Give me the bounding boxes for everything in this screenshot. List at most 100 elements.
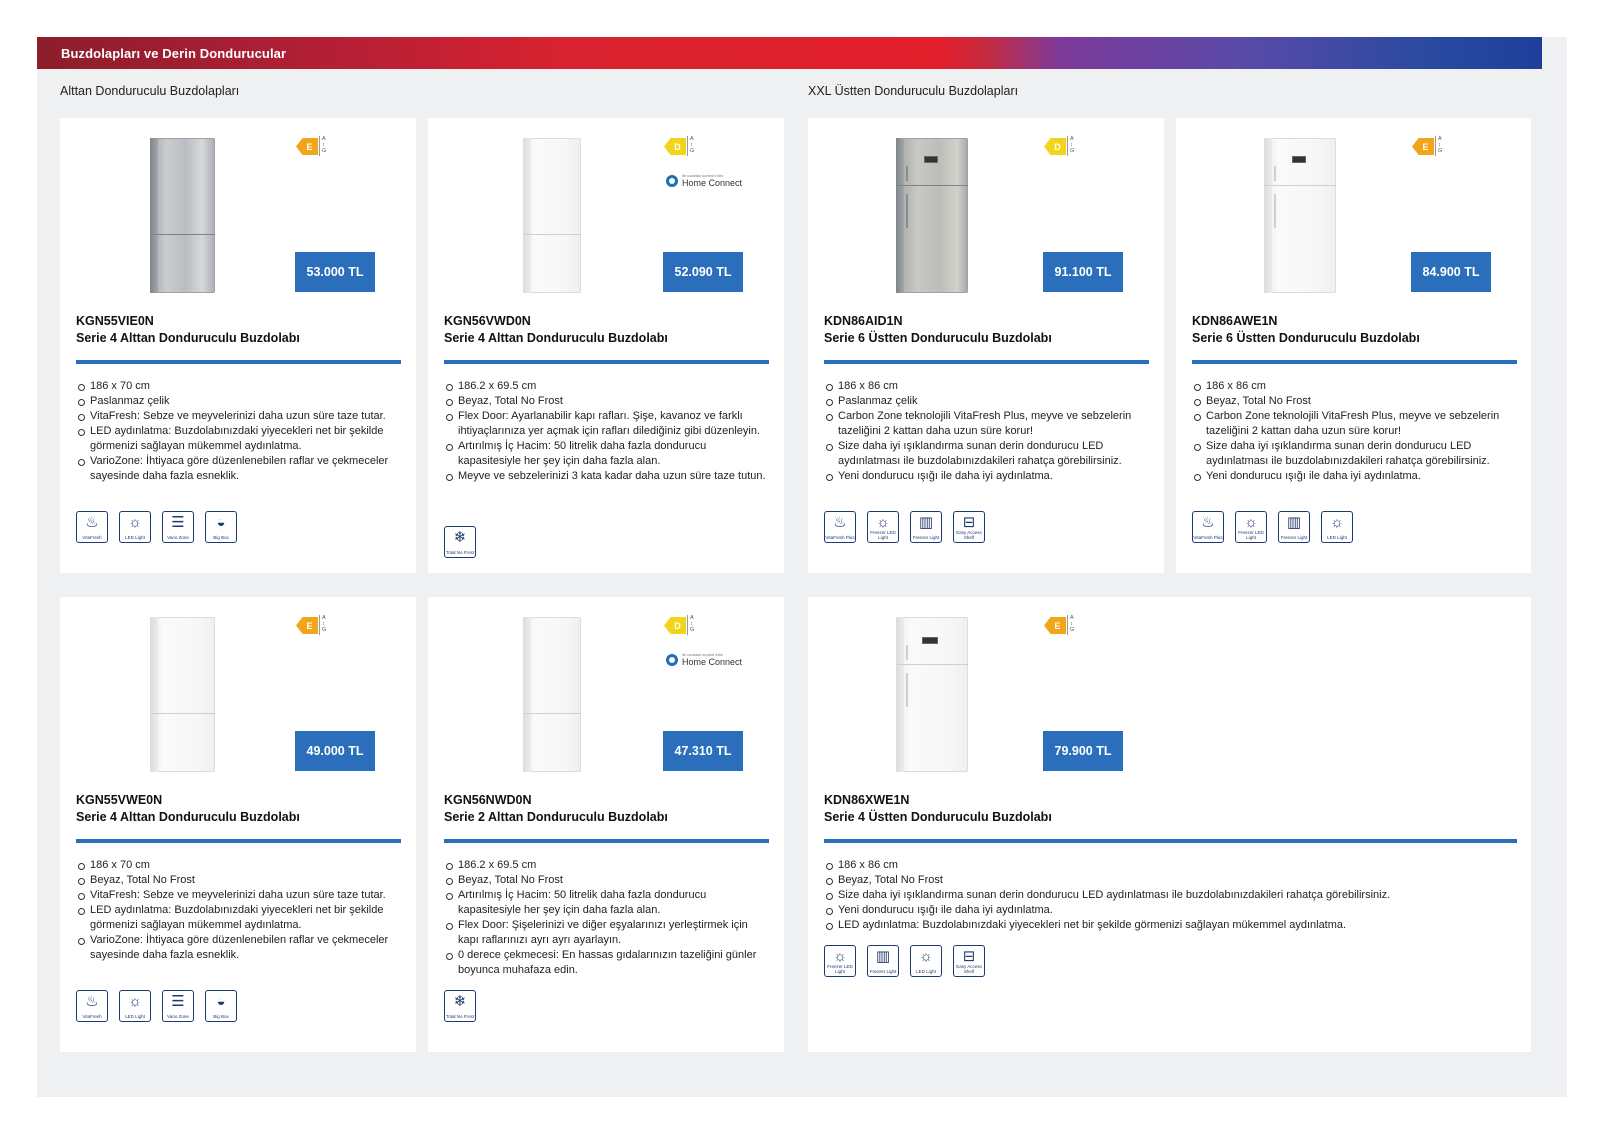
feature-icons: ♨ VitaFresh Plus ☼ Freezer LED Light ▥ Freeze… [1192, 511, 1353, 543]
feature-item: Beyaz, Total No Frost [444, 873, 770, 888]
fridge-image [896, 617, 968, 772]
feature-icon-caption: Freezer Light [1280, 535, 1308, 540]
feature-item: 186 x 86 cm [824, 379, 1150, 394]
model-number: KGN56NWD0N [444, 793, 532, 807]
feature-icon-glyph: ▥ [875, 948, 891, 965]
model-number: KDN86AWE1N [1192, 314, 1278, 328]
energy-scale: A ↕ G [1435, 136, 1446, 156]
feature-item: Flex Door: Ayarlanabilir kapı rafları. Ş… [444, 409, 770, 439]
feature-icon-caption: Freezer LED Light [1238, 530, 1264, 540]
vitafresh-icon: ♨ VitaFresh [76, 511, 108, 543]
feature-icon-glyph: ▥ [1286, 514, 1302, 531]
energy-scale-mark: G [690, 148, 695, 154]
energy-scale: A ↕ G [319, 136, 330, 156]
fridge-door-split [896, 663, 968, 665]
fridge-side [1264, 138, 1272, 293]
home-connect-text: ile uzaktan kontrol edin Home Connect [682, 173, 742, 188]
easy-access-shelf-icon: ⊟ Easy Access Shelf [953, 511, 985, 543]
fridge-door-split [150, 713, 215, 715]
energy-scale-mark: G [1070, 627, 1075, 633]
feature-icon-caption: VitaFresh [82, 1014, 102, 1019]
feature-item: Paslanmaz çelik [824, 394, 1150, 409]
freezer-light-icon: ▥ Freezer Light [867, 945, 899, 977]
feature-item: 186 x 70 cm [76, 858, 402, 873]
fridge-side [150, 617, 158, 772]
product-card[interactable]: D A ↕ G 91.100 TL KDN86AID1N Serie 6 Üstten Do… [808, 118, 1164, 573]
feature-icon-glyph: ♨ [85, 993, 99, 1010]
fridge-door-split [150, 234, 215, 236]
feature-item: Artırılmış İç Hacim: 50 litrelik daha fa… [444, 888, 770, 918]
category-banner: Buzdolapları ve Derin Dondurucular [37, 37, 1542, 69]
feature-icon-glyph: ☼ [919, 948, 933, 965]
feature-item: Beyaz, Total No Frost [824, 873, 1517, 888]
energy-scale: A ↕ G [1067, 136, 1078, 156]
price-tag: 79.900 TL [1043, 731, 1123, 771]
feature-item: VitaFresh: Sebze ve meyvelerinizi daha u… [76, 888, 402, 903]
feature-icon-caption: LED Light [125, 535, 145, 540]
feature-icon-glyph: ☼ [1330, 514, 1344, 531]
feature-icon-caption: LED Light [916, 969, 936, 974]
fridge-door-split [523, 713, 581, 715]
title-divider [444, 360, 769, 364]
easy-access-shelf-icon: ⊟ Easy Access Shelf [953, 945, 985, 977]
feature-item: Meyve ve sebzelerinizi 3 kata kadar daha… [444, 469, 770, 484]
feature-list: 186 x 86 cm Paslanmaz çelik Carbon Zone te… [824, 379, 1150, 484]
product-card[interactable]: D A ↕ G ile uzaktan kontrol edin Home Connect… [428, 118, 784, 573]
home-connect-badge: ile uzaktan kontrol edin Home Connect [666, 173, 742, 188]
feature-item: Yeni dondurucu ışığı ile daha iyi aydınl… [824, 903, 1517, 918]
feature-icon-glyph: ◒ [216, 993, 226, 1010]
product-card[interactable]: E A ↕ G 79.900 TL KDN86XWE1N Serie 4 Üstten Do… [808, 597, 1531, 1052]
feature-icon-glyph: ☰ [171, 514, 185, 531]
feature-item: 186 x 86 cm [1192, 379, 1517, 394]
product-title: Serie 2 Alttan Donduruculu Buzdolabı [444, 810, 668, 824]
price-tag: 91.100 TL [1043, 252, 1123, 292]
feature-item: Beyaz, Total No Frost [1192, 394, 1517, 409]
feature-icon-caption: Vario Zone [167, 535, 189, 540]
freezer-led-icon: ☼ Freezer LED Light [824, 945, 856, 977]
vitafresh-plus-icon: ♨ VitaFresh Plus [1192, 511, 1224, 543]
feature-icon-glyph: ☰ [171, 993, 185, 1010]
energy-class-badge: E [296, 617, 318, 634]
model-number: KGN56VWD0N [444, 314, 531, 328]
total-no-frost-icon: ❄ Total No Frost [444, 526, 476, 558]
feature-icon-glyph: ☼ [128, 993, 142, 1010]
energy-class-badge: D [1044, 138, 1066, 155]
price-tag: 52.090 TL [663, 252, 743, 292]
feature-list: 186 x 70 cm Paslanmaz çelik VitaFresh: Seb… [76, 379, 402, 484]
product-card[interactable]: D A ↕ G ile uzaktan kontrol edin Home Connect… [428, 597, 784, 1052]
fridge-handle [906, 193, 908, 228]
feature-list: 186.2 x 69.5 cm Beyaz, Total No Frost Artı… [444, 858, 770, 978]
total-no-frost-icon: ❄ Total No Frost [444, 990, 476, 1022]
feature-icon-caption: Easy Access Shelf [956, 964, 982, 974]
feature-item: 186.2 x 69.5 cm [444, 858, 770, 873]
feature-icon-caption: Big Box [213, 1014, 229, 1019]
energy-scale-mark: G [690, 627, 695, 633]
feature-item: 186.2 x 69.5 cm [444, 379, 770, 394]
fridge-door-split [523, 234, 581, 236]
title-divider [444, 839, 769, 843]
product-card[interactable]: E A ↕ G 84.900 TL KDN86AWE1N Serie 6 Üstten Do… [1176, 118, 1531, 573]
feature-list: 186.2 x 69.5 cm Beyaz, Total No Frost Flex… [444, 379, 770, 484]
product-card[interactable]: E A ↕ G 53.000 TL KGN55VIE0N Serie 4 Alttan Do… [60, 118, 416, 573]
product-card[interactable]: E A ↕ G 49.000 TL KGN55VWE0N Serie 4 Alttan Do… [60, 597, 416, 1052]
title-divider [76, 360, 401, 364]
freezer-led-icon: ☼ Freezer LED Light [867, 511, 899, 543]
feature-item: Yeni dondurucu ışığı ile daha iyi aydınl… [1192, 469, 1517, 484]
vitafresh-icon: ♨ VitaFresh [76, 990, 108, 1022]
feature-icon-caption: VitaFresh [82, 535, 102, 540]
energy-label: E A ↕ G [1412, 136, 1446, 156]
feature-icon-caption: Freezer LED Light [870, 530, 896, 540]
energy-scale-mark: G [322, 627, 327, 633]
home-connect-icon [666, 653, 678, 666]
title-divider [824, 360, 1149, 364]
feature-icon-glyph: ♨ [833, 514, 847, 531]
energy-class-badge: E [1412, 138, 1434, 155]
section-label-bottom-freezer: Alttan Donduruculu Buzdolapları [60, 84, 240, 98]
fridge-door-split [896, 184, 968, 186]
vario-zone-icon: ☰ Vario Zone [162, 511, 194, 543]
home-connect-icon [666, 174, 678, 187]
energy-scale-mark: G [1070, 148, 1075, 154]
feature-icon-caption: Total No Frost [445, 1014, 474, 1019]
feature-icon-caption: LED Light [1327, 535, 1347, 540]
feature-icons: ❄ Total No Frost [444, 990, 476, 1022]
